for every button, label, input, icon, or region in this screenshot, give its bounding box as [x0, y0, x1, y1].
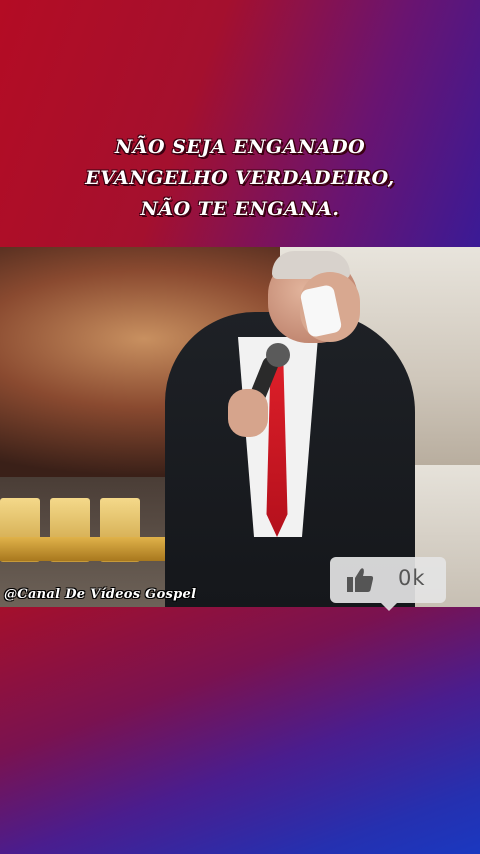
- caption-line-1: NÃO SEJA ENGANADO: [114, 136, 366, 158]
- like-count: 0k: [398, 566, 426, 590]
- caption-line-2: EVANGELHO VERDADEIRO,: [85, 167, 395, 189]
- like-button[interactable]: 0k: [330, 557, 446, 611]
- microphone-head: [266, 343, 290, 367]
- video-frame[interactable]: @Canal De Vídeos Gospel: [0, 247, 480, 607]
- channel-watermark: @Canal De Vídeos Gospel: [4, 587, 197, 602]
- caption-text: NÃO SEJA ENGANADO EVANGELHO VERDADEIRO, …: [0, 132, 480, 225]
- preacher-hand-mic: [228, 389, 268, 437]
- caption-line-3: NÃO TE ENGANA.: [140, 198, 340, 220]
- background-bottom: [0, 607, 480, 854]
- thumbs-up-icon: [347, 568, 374, 592]
